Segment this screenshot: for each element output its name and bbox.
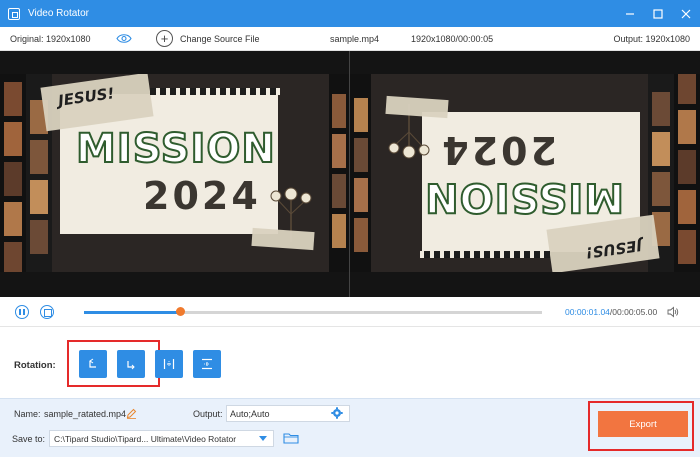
flip-vertical-icon	[202, 358, 212, 370]
timecode: 00:00:01.04/00:00:05.00	[565, 307, 657, 317]
rotate-left-button[interactable]	[79, 350, 107, 378]
film-strip	[0, 74, 26, 272]
rotate-right-button[interactable]	[117, 350, 145, 378]
video-year-rotated: 2024	[439, 128, 557, 172]
total-time: 00:00:05.00	[612, 307, 658, 317]
export-button[interactable]: Export	[598, 411, 688, 437]
rotation-panel: Rotation:	[0, 328, 700, 399]
output-format-value: Auto;Auto	[230, 409, 270, 419]
info-bar: Original: 1920x1080 + Change Source File…	[0, 27, 700, 51]
output-label: Output:	[193, 409, 223, 419]
minimize-icon[interactable]	[616, 0, 644, 27]
stop-icon[interactable]	[40, 305, 54, 319]
file-name: sample.mp4	[330, 33, 380, 44]
film-perforation	[150, 88, 280, 95]
film-strip	[674, 74, 700, 272]
rotate-right-icon	[127, 361, 135, 370]
video-year: 2024	[143, 174, 261, 218]
chevron-down-icon	[259, 435, 267, 441]
resolution-duration: 1920x1080/00:00:05	[411, 33, 494, 44]
window-title: Video Rotator	[28, 8, 89, 19]
progress-fill	[84, 311, 181, 314]
name-value[interactable]: sample_ratated.mp4	[44, 409, 126, 419]
playback-controls: 00:00:01.04/00:00:05.00	[0, 297, 700, 327]
video-headline: MISSION	[75, 125, 276, 173]
gear-icon[interactable]	[331, 407, 343, 419]
preview-area: JESUS! MISSION 2024 JESUS! MISSION 2024	[0, 51, 700, 297]
tape-strip	[251, 227, 315, 251]
eye-icon[interactable]	[116, 33, 132, 44]
save-to-label: Save to:	[12, 434, 46, 444]
title-bar: Video Rotator	[0, 0, 700, 27]
pause-icon[interactable]	[15, 305, 29, 319]
current-time: 00:00:01.04	[565, 307, 610, 317]
app-icon	[8, 7, 20, 20]
edit-icon[interactable]	[126, 408, 137, 419]
rotation-label: Rotation:	[14, 360, 56, 371]
progress-track[interactable]	[84, 311, 542, 314]
output-preview: JESUS! MISSION 2024	[350, 74, 700, 272]
film-strip	[329, 74, 350, 272]
original-resolution: Original: 1920x1080	[10, 33, 91, 44]
save-path-field[interactable]: C:\Tipard Studio\Tipard... Ultimate\Vide…	[49, 430, 274, 447]
flip-horizontal-icon	[163, 359, 175, 369]
name-label: Name:	[14, 409, 41, 419]
change-source-button[interactable]: Change Source File	[180, 34, 260, 44]
maximize-icon[interactable]	[644, 0, 672, 27]
volume-icon[interactable]	[667, 306, 679, 318]
rotate-left-icon	[89, 358, 96, 368]
save-path-value: C:\Tipard Studio\Tipard... Ultimate\Vide…	[54, 434, 237, 444]
film-strip	[350, 74, 371, 272]
progress-knob[interactable]	[175, 307, 185, 316]
add-source-icon[interactable]: +	[156, 30, 173, 47]
film-perforation	[420, 251, 550, 258]
close-icon[interactable]	[672, 0, 700, 27]
folder-icon[interactable]	[283, 432, 299, 444]
output-resolution: Output: 1920x1080	[613, 33, 690, 44]
video-headline-rotated: MISSION	[423, 173, 625, 221]
flip-horizontal-button[interactable]	[155, 350, 183, 378]
flip-vertical-button[interactable]	[193, 350, 221, 378]
original-preview: JESUS! MISSION 2024	[0, 74, 350, 272]
save-path-dropdown[interactable]	[252, 431, 274, 446]
